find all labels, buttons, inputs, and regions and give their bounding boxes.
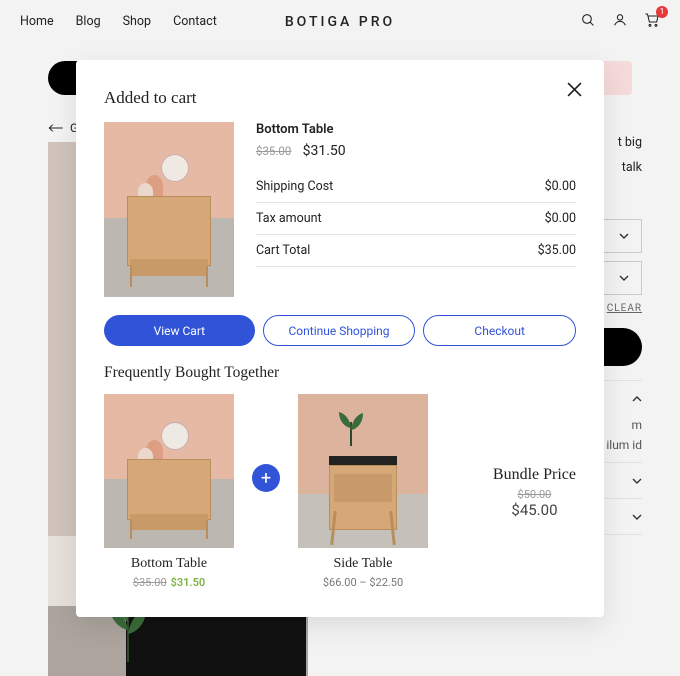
nav-blog[interactable]: Blog [76, 14, 101, 29]
bundle-price-label: Bundle Price [493, 466, 576, 484]
modal-title: Added to cart [104, 88, 576, 108]
view-cart-button[interactable]: View Cart [104, 315, 255, 346]
nav-home[interactable]: Home [20, 14, 54, 29]
chevron-down-icon [619, 275, 629, 281]
fbt-item-2-name: Side Table [298, 556, 428, 572]
fbt-heading: Frequently Bought Together [104, 364, 576, 382]
product-thumbnail [104, 122, 234, 297]
added-to-cart-modal: Added to cart Bottom Table $35.00 $31.50… [76, 60, 604, 617]
chevron-down-icon [619, 233, 629, 239]
fbt-item-2-image [298, 394, 428, 548]
chevron-down-icon [632, 514, 642, 520]
continue-shopping-button[interactable]: Continue Shopping [263, 315, 416, 346]
plus-icon: + [252, 464, 280, 492]
fbt-item-1-image [104, 394, 234, 548]
total-value: $35.00 [538, 243, 576, 258]
account-icon[interactable] [612, 12, 628, 32]
chevron-down-icon [632, 478, 642, 484]
fbt-item-1-name: Bottom Table [104, 556, 234, 572]
bundle-new-price: $45.00 [493, 501, 576, 519]
tax-label: Tax amount [256, 211, 322, 226]
nav-contact[interactable]: Contact [173, 14, 217, 29]
primary-nav: Home Blog Shop Contact [20, 14, 217, 29]
site-header: Home Blog Shop Contact BOTIGA PRO 1 [0, 0, 680, 43]
cart-badge: 1 [656, 6, 668, 18]
product-price: $31.50 [303, 143, 346, 159]
cart-icon[interactable]: 1 [644, 12, 660, 32]
fbt-item-1[interactable]: Bottom Table $35.00 $31.50 [104, 394, 234, 589]
nav-shop[interactable]: Shop [123, 14, 151, 29]
total-label: Cart Total [256, 243, 310, 258]
search-icon[interactable] [580, 12, 596, 32]
product-name: Bottom Table [256, 122, 576, 137]
close-button[interactable] [567, 82, 582, 101]
fbt-item-2[interactable]: Side Table $66.00 – $22.50 [298, 394, 428, 589]
close-icon [567, 82, 582, 97]
product-old-price: $35.00 [256, 144, 291, 158]
bundle-old-price: $50.00 [493, 488, 576, 501]
shipping-label: Shipping Cost [256, 179, 333, 194]
tax-value: $0.00 [545, 211, 576, 226]
shipping-value: $0.00 [545, 179, 576, 194]
fbt-item-1-old-price: $35.00 [133, 576, 167, 589]
fbt-item-2-price-range: $66.00 – $22.50 [298, 576, 428, 589]
fbt-item-1-new-price: $31.50 [171, 576, 206, 589]
checkout-button[interactable]: Checkout [423, 315, 576, 346]
chevron-up-icon [632, 396, 642, 402]
site-logo: BOTIGA PRO [285, 14, 395, 30]
bundle-price-box: Bundle Price $50.00 $45.00 [479, 464, 576, 519]
back-link[interactable]: G [48, 121, 78, 135]
